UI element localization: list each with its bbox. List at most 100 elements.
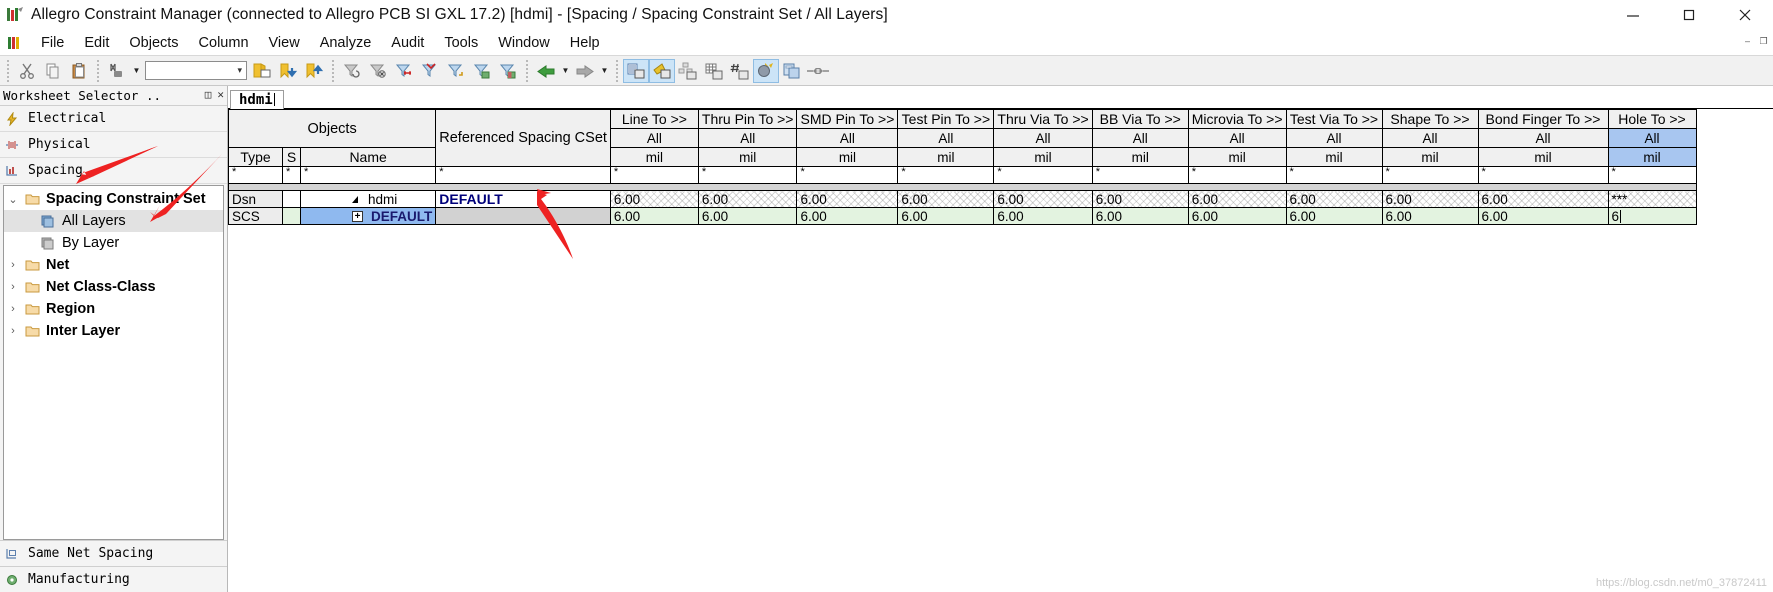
analyze-icon[interactable] [753,58,779,83]
chevron-right-icon[interactable]: › [4,303,22,315]
cell-line-to[interactable]: 6.00 [609,190,699,208]
cell-smd-pin-to[interactable]: 6.00 [796,190,899,208]
close-button[interactable] [1717,0,1773,30]
cell-thru-pin-to[interactable]: 6.00 [697,190,798,208]
electrical-icon[interactable] [649,58,675,83]
find-dropdown-caret[interactable]: ▼ [130,59,143,83]
row-referenced-cset[interactable] [435,207,611,225]
menu-item-analyze[interactable]: Analyze [310,34,382,52]
row-name[interactable]: + DEFAULT [299,207,437,225]
cell-thru-via-to[interactable]: 6.00 [993,190,1093,208]
filter-show-icon[interactable] [469,59,495,83]
forward-arrow-icon[interactable] [572,59,598,83]
menu-item-objects[interactable]: Objects [119,34,188,52]
column-header-name[interactable]: Name [299,147,437,167]
bookmark-prev-icon[interactable] [301,59,327,83]
filter-cell-thru-pin-to[interactable]: * [697,166,798,184]
row-name[interactable]: hdmi [299,190,437,208]
toolbar-grip-4[interactable] [524,59,530,82]
cell-bond-finger-to[interactable]: 6.00 [1477,190,1609,208]
filter-hide-icon[interactable] [495,59,521,83]
cell-thru-via-to[interactable]: 6.00 [993,207,1093,225]
cell-bond-finger-to[interactable]: 6.00 [1477,207,1609,225]
cell-shape-to[interactable]: 6.00 [1381,190,1479,208]
column-header-s[interactable]: S [282,147,301,167]
back-arrow-icon[interactable] [533,59,559,83]
filter-cell-thru-via-to[interactable]: * [993,166,1093,184]
collapse-triangle-icon[interactable] [352,195,358,203]
expand-plus-icon[interactable]: + [352,210,363,222]
menu-item-audit[interactable]: Audit [381,34,434,52]
filter-sort-icon[interactable] [443,59,469,83]
worksheet-category-same-net-spacing[interactable]: Same Net Spacing [0,540,227,566]
tree-item-all-layers[interactable]: All Layers [4,210,223,232]
worksheet-category-spacing[interactable]: Spacing [0,158,227,184]
filter-refresh-icon[interactable] [339,59,365,83]
filter-delete-icon[interactable] [391,59,417,83]
filter-cell-type[interactable]: * [228,166,283,184]
maximize-button[interactable] [1661,0,1717,30]
column-header-bond-finger-to[interactable]: Bond Finger To >> [1477,109,1609,129]
toolbar-grip-3[interactable] [330,59,336,82]
row-s[interactable] [282,207,301,225]
tree-item-spacing-constraint-set[interactable]: ⌄ Spacing Constraint Set [4,188,223,210]
grid-icon[interactable] [701,59,727,83]
bookmark-view-icon[interactable] [249,59,275,83]
worksheet-category-electrical[interactable]: Electrical [0,106,227,132]
filter-cell-test-via-to[interactable]: * [1285,166,1383,184]
filter-cell-line-to[interactable]: * [609,166,699,184]
toolbar-grip-5[interactable] [614,59,620,82]
chevron-down-icon[interactable]: ⌄ [4,193,22,206]
column-header-thru-pin-to[interactable]: Thru Pin To >> [697,109,798,129]
menu-item-help[interactable]: Help [560,34,610,52]
column-header-test-via-to[interactable]: Test Via To >> [1285,109,1383,129]
menu-item-view[interactable]: View [259,34,310,52]
menu-item-file[interactable]: File [31,34,74,52]
filter-cell-s[interactable]: * [282,166,301,184]
cell-microvia-to[interactable]: 6.00 [1187,190,1287,208]
filter-clear-icon[interactable] [365,59,391,83]
find-icon[interactable] [104,59,130,83]
filter-cell-hole-to[interactable]: * [1607,166,1697,184]
cell-bb-via-to[interactable]: 6.00 [1091,207,1189,225]
toolbar-grip[interactable] [5,59,11,82]
column-header-type[interactable]: Type [228,147,283,167]
column-header-thru-via-to[interactable]: Thru Via To >> [993,109,1093,129]
filter-cell-referenced-cset[interactable]: * [435,166,611,184]
close-icon[interactable]: ✕ [217,88,224,101]
column-header-smd-pin-to[interactable]: SMD Pin To >> [796,109,899,129]
cell-test-via-to[interactable]: 6.00 [1285,207,1383,225]
column-header-microvia-to[interactable]: Microvia To >> [1187,109,1287,129]
filter-cell-shape-to[interactable]: * [1381,166,1479,184]
hierarchy-icon[interactable] [675,59,701,83]
cell-test-pin-to[interactable]: 6.00 [897,190,995,208]
cell-line-to[interactable]: 6.00 [609,207,699,225]
mdi-maximize-button[interactable]: ❐ [1756,32,1771,46]
find-combo[interactable]: ▾ [145,61,247,80]
mdi-restore-button[interactable]: – [1740,32,1755,46]
chevron-right-icon[interactable]: › [4,259,22,271]
cell-hole-to[interactable]: 6 [1607,207,1697,225]
filter-apply-icon[interactable] [417,59,443,83]
cut-icon[interactable] [14,59,40,83]
tree-item-region[interactable]: › Region [4,298,223,320]
tree-item-net[interactable]: › Net [4,254,223,276]
back-dropdown-caret[interactable]: ▼ [559,59,572,83]
cell-thru-pin-to[interactable]: 6.00 [697,207,798,225]
chevron-right-icon[interactable]: › [4,281,22,293]
float-icon[interactable]: ◫ [205,88,212,101]
toolbar-grip-2[interactable] [95,59,101,82]
report-icon[interactable] [779,59,805,83]
cell-shape-to[interactable]: 6.00 [1381,207,1479,225]
hash-icon[interactable] [727,59,753,83]
tab-hdmi[interactable]: hdmi [230,90,284,109]
column-header-bb-via-to[interactable]: BB Via To >> [1091,109,1189,129]
filter-cell-bb-via-to[interactable]: * [1091,166,1189,184]
tree-item-net-class-class[interactable]: › Net Class-Class [4,276,223,298]
filter-cell-test-pin-to[interactable]: * [897,166,995,184]
menu-item-window[interactable]: Window [488,34,560,52]
chevron-right-icon[interactable]: › [4,325,22,337]
cell-test-via-to[interactable]: 6.00 [1285,190,1383,208]
filter-cell-smd-pin-to[interactable]: * [796,166,899,184]
column-header-shape-to[interactable]: Shape To >> [1381,109,1479,129]
